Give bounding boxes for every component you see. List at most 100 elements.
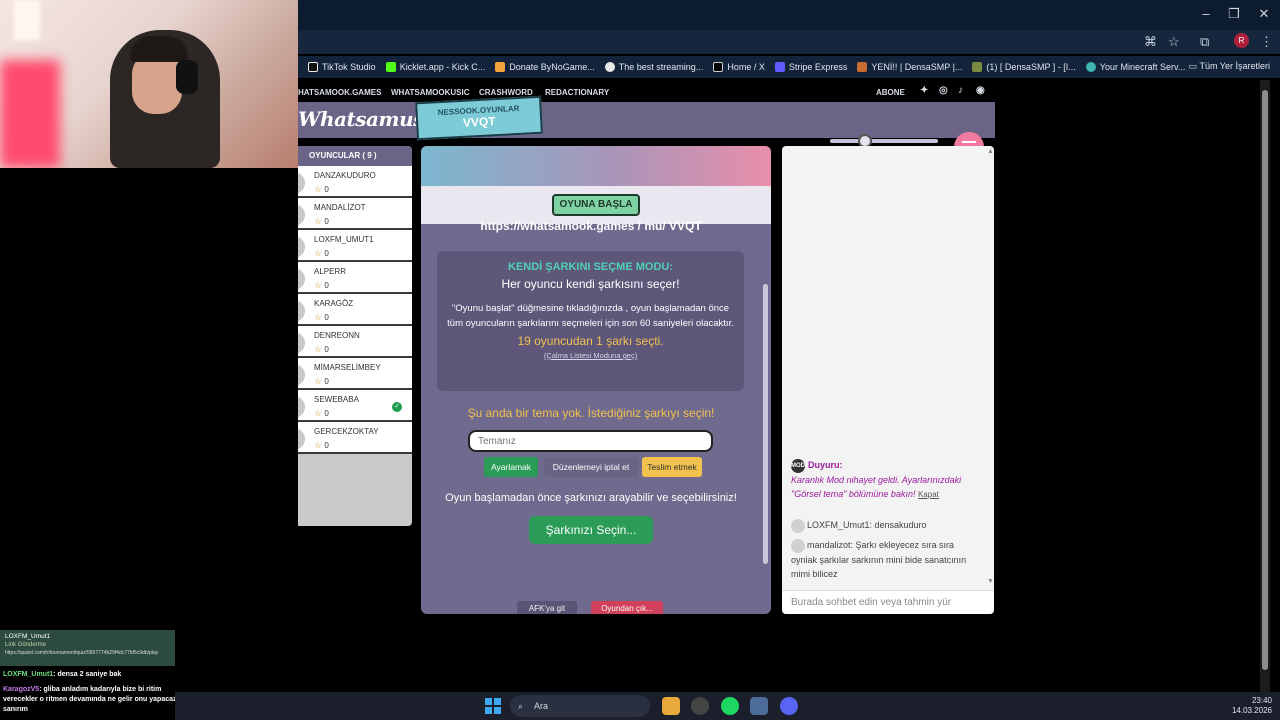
extensions-icon[interactable]: ⧉	[1200, 34, 1209, 50]
webcam-overlay	[0, 0, 298, 168]
player-row[interactable]: GERCEKZOKTAY ☆ 0	[298, 422, 412, 454]
bookmark-item[interactable]: Stripe Express	[774, 62, 847, 72]
bookmark-item[interactable]: Kicklet.app - Kick C...	[385, 62, 485, 72]
chat-input[interactable]: Burada sohbet edin veya tahmin yür	[782, 590, 994, 614]
bookmark-star-icon[interactable]: ☆	[1168, 34, 1180, 50]
nav-item[interactable]: WHATSAMOOKUSIC	[391, 88, 470, 97]
bookmark-item[interactable]: The best streaming...	[604, 62, 703, 72]
maximize-icon[interactable]: ❐	[1224, 6, 1244, 22]
avatar	[791, 518, 805, 533]
chat-scrollbar[interactable]: ▲ ▼	[987, 148, 994, 588]
close-icon[interactable]: ✕	[1254, 6, 1274, 22]
player-score-value: 0	[324, 345, 329, 354]
stream-chat-user: KaragozV5	[3, 686, 40, 693]
game-banner	[421, 146, 771, 186]
bookmark-item[interactable]: Your Minecraft Serv...	[1085, 62, 1185, 72]
taskbar-search[interactable]: ⌕ Ara	[510, 695, 650, 717]
game-scrollbar[interactable]	[761, 226, 769, 611]
switch-playlist-mode-link[interactable]: (Çalma Listesi Moduna geç)	[437, 351, 744, 360]
player-row[interactable]: SEWEBABA ☆ 0 ✓	[298, 390, 412, 422]
player-name: ALPERR	[314, 267, 347, 276]
more-menu-icon[interactable]: ⋮	[1260, 34, 1273, 50]
player-name: DENREONN	[314, 331, 360, 340]
stream-chat-line: LOXFM_Umut1: densa 2 saniye bak	[3, 671, 178, 678]
bookmark-item[interactable]: TikTok Studio	[308, 62, 376, 72]
all-bookmarks-label: Tüm Yer İşaretleri	[1199, 61, 1270, 71]
bookmark-item[interactable]: Donate ByNoGame...	[495, 62, 595, 72]
player-score-value: 0	[324, 441, 329, 450]
stream-chat-user: LOXFM_Umut1	[3, 671, 54, 678]
scroll-up-icon[interactable]: ▲	[987, 148, 994, 155]
avatar	[298, 332, 305, 354]
discord-icon[interactable]	[780, 697, 798, 715]
player-name: GERCEKZOKTAY	[314, 427, 379, 436]
player-row[interactable]: KARAGÖZ ☆ 0	[298, 294, 412, 326]
profile-avatar[interactable]: R	[1234, 33, 1249, 48]
bookmark-label: Donate ByNoGame...	[509, 62, 595, 72]
taskbar-search-label: Ara	[534, 701, 549, 711]
player-row[interactable]: MANDALİZOT ☆ 0	[298, 198, 412, 230]
announcement-title: Duyuru:	[808, 460, 843, 470]
player-score: ☆ 0	[314, 344, 329, 355]
set-theme-button[interactable]: Ayarlamak	[484, 457, 538, 477]
game-panel: https://whatsamook.games / mu/ VVQT OYUN…	[421, 146, 771, 614]
volume-slider[interactable]	[830, 134, 938, 148]
taskbar: ⌕ Ara 23:40 14.03.2026	[175, 692, 1280, 720]
bookmark-item[interactable]: (1) [ DensaSMP ] - [I...	[972, 62, 1076, 72]
nav-item[interactable]: HATSAMOOK.GAMES	[298, 88, 381, 97]
star-icon: ☆	[314, 280, 323, 290]
twitter-icon[interactable]: ✦	[920, 85, 928, 96]
cancel-edit-button[interactable]: Düzenlemeyi iptal et	[544, 457, 638, 477]
bookmark-label: TikTok Studio	[322, 62, 376, 72]
system-tray[interactable]: 23:40 14.03.2026	[1232, 696, 1272, 716]
player-row[interactable]: ALPERR ☆ 0	[298, 262, 412, 294]
leave-game-button[interactable]: Oyundan çık...	[591, 601, 663, 614]
page-scrollbar[interactable]	[1260, 80, 1270, 692]
star-icon: ☆	[314, 216, 323, 226]
start-game-button[interactable]: OYUNA BAŞLA	[552, 194, 640, 216]
player-row[interactable]: DENREONN ☆ 0	[298, 326, 412, 358]
windows-start-icon[interactable]	[485, 698, 501, 714]
player-name: KARAGÖZ	[314, 299, 354, 308]
page-scrollbar-thumb[interactable]	[1262, 90, 1268, 670]
spotify-icon[interactable]	[721, 697, 739, 715]
player-score: ☆ 0	[314, 184, 329, 195]
app-icon[interactable]	[750, 697, 768, 715]
players-title: OYUNCULAR ( 9 )	[298, 146, 412, 166]
nav-item[interactable]: REDACTIONARY	[545, 88, 609, 97]
player-row[interactable]: DANZAKUDURO ☆ 0	[298, 166, 412, 198]
star-icon: ☆	[314, 184, 323, 194]
bookmark-item[interactable]: YENİ!! | DensaSMP |...	[857, 62, 962, 72]
afk-button[interactable]: AFK'ya git	[517, 601, 577, 614]
choose-song-button[interactable]: Şarkınızı Seçin...	[529, 516, 653, 544]
clock-time: 23:40	[1251, 696, 1272, 705]
songs-picked-count: 19 oyuncudan 1 şarkı seçti.	[517, 334, 664, 348]
subscribe-link[interactable]: ABONE	[876, 88, 905, 97]
stream-chat-line: KaragozV5: gliba anladım kadarıyla bize …	[3, 685, 178, 715]
scroll-down-icon[interactable]: ▼	[987, 578, 994, 585]
theme-input[interactable]	[468, 430, 713, 452]
mode-description: "Oyunu başlat" düğmesine tıkladığınızda …	[447, 303, 734, 329]
translate-icon[interactable]: ⌘	[1144, 34, 1157, 50]
player-score: ☆ 0	[314, 440, 329, 451]
player-row[interactable]: LOXFM_UMUT1 ☆ 0	[298, 230, 412, 262]
player-row[interactable]: MİMARSELİMBEY ☆ 0	[298, 358, 412, 390]
tiktok-icon[interactable]: ♪	[958, 85, 963, 96]
all-bookmarks-folder[interactable]: ▭ Tüm Yer İşaretleri	[1189, 61, 1270, 72]
discord-icon[interactable]: ◉	[976, 85, 985, 96]
chrome-icon[interactable]	[662, 697, 680, 715]
start-tile	[494, 707, 501, 714]
address-bar[interactable]: ⌘ ☆ ⧉ R ⋮	[298, 30, 1280, 54]
game-scrollbar-thumb[interactable]	[763, 284, 768, 564]
announcement-close-link[interactable]: Kapat	[918, 490, 939, 499]
room-url[interactable]: https://whatsamook.games / mu/ VVQT	[421, 219, 761, 233]
bookmark-item[interactable]: Home / X	[713, 62, 765, 72]
announcement-body: Karanlık Mod nihayet geldi. Ayarlarınızd…	[791, 473, 976, 502]
submit-theme-button[interactable]: Teslim etmek	[642, 457, 702, 477]
chat-panel: MOD Duyuru: Karanlık Mod nihayet geldi. A…	[782, 146, 994, 614]
player-score-value: 0	[324, 185, 329, 194]
obs-icon[interactable]	[691, 697, 709, 715]
minimize-icon[interactable]: –	[1196, 6, 1216, 21]
instagram-icon[interactable]: ◎	[939, 85, 948, 96]
player-score-value: 0	[324, 249, 329, 258]
